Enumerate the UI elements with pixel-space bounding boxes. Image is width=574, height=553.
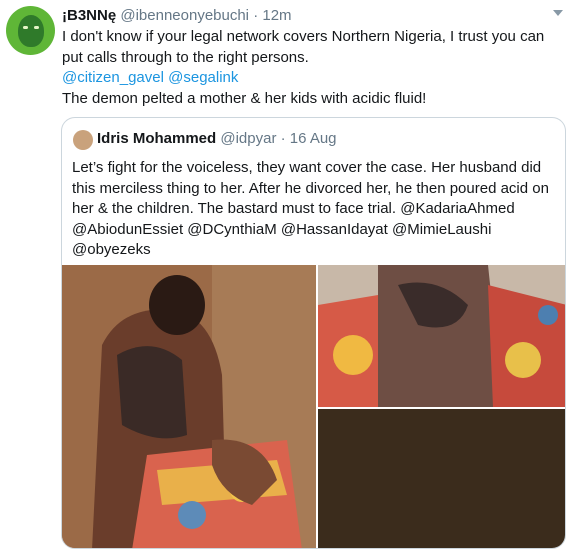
photo-top-right-image (318, 265, 565, 407)
photo-left-image (62, 265, 316, 548)
quoted-date: 16 Aug (289, 130, 337, 147)
photo-left[interactable] (62, 265, 316, 548)
mention-link[interactable]: @segalink (168, 69, 238, 86)
quoted-handle: @idpyar (220, 130, 277, 147)
tweet-text-line1: I don't know if your legal network cover… (62, 28, 545, 66)
mention-link[interactable]: @citizen_gavel (62, 69, 164, 86)
tweet-body: I don't know if your legal network cover… (62, 27, 562, 109)
quoted-header: Idris Mohammed @idpyar · 16 Aug (97, 130, 337, 147)
photo-top-right[interactable] (318, 265, 565, 407)
avatar-eye-left (23, 26, 28, 29)
tweet-header: ¡B3NNę @ibenneonyebuchi · 12m (62, 6, 292, 26)
quoted-display-name: Idris Mohammed (97, 130, 217, 147)
tweet-mentions: @citizen_gavel @segalink (62, 68, 562, 89)
user-handle[interactable]: @ibenneonyebuchi (120, 7, 249, 24)
quoted-text: Let’s fight for the voiceless, they want… (72, 159, 549, 258)
user-avatar[interactable] (6, 6, 55, 55)
quoted-tweet[interactable]: Idris Mohammed @idpyar · 16 Aug Let’s fi… (61, 117, 566, 549)
avatar-face (18, 15, 44, 47)
chevron-down-icon[interactable] (553, 10, 563, 16)
tweet-time[interactable]: 12m (262, 7, 291, 24)
photo-bottom-right[interactable] (318, 409, 565, 548)
display-name[interactable]: ¡B3NNę (62, 7, 116, 24)
quoted-avatar (73, 130, 93, 150)
separator-dot: · (280, 130, 286, 147)
separator-dot: · (253, 7, 259, 24)
tweet-text-line3: The demon pelted a mother & her kids wit… (62, 89, 427, 107)
avatar-eye-right (34, 26, 39, 29)
